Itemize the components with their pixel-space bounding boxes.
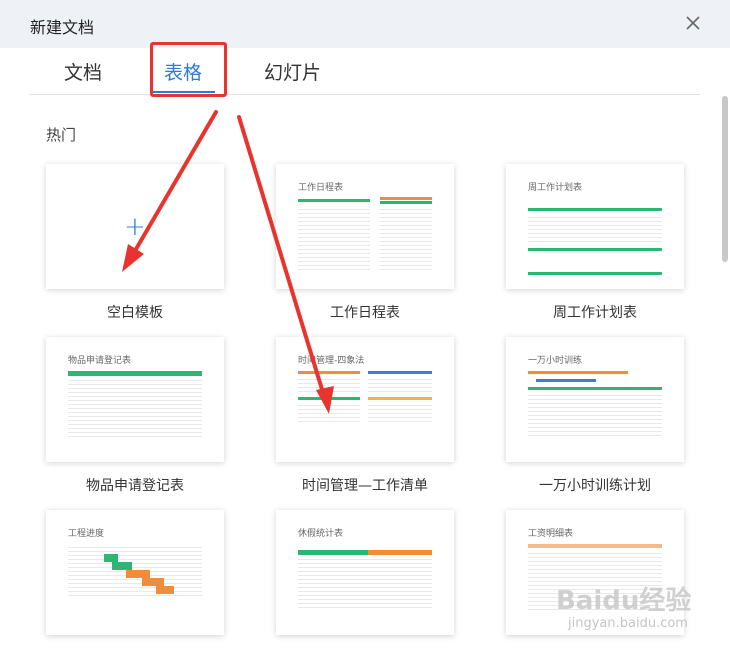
thumb-header-bar bbox=[68, 371, 202, 376]
template-label[interactable]: 物品申请登记表 bbox=[35, 475, 235, 495]
thumb-bar bbox=[528, 272, 662, 275]
thumb-bar bbox=[536, 379, 596, 382]
thumb-header-bar bbox=[298, 550, 368, 555]
thumb-grid bbox=[298, 556, 432, 610]
scrollbar-thumb[interactable] bbox=[722, 96, 728, 262]
thumb-grid bbox=[68, 377, 202, 437]
thumb-bar bbox=[298, 397, 360, 400]
thumb-gantt-bar bbox=[104, 554, 118, 562]
thumb-gantt-bar bbox=[126, 570, 150, 578]
template-card-time-management[interactable]: 时间管理-四象法 bbox=[276, 337, 454, 462]
thumb-bar bbox=[368, 397, 432, 400]
thumb-header-bar bbox=[298, 199, 370, 202]
thumb-header-bar bbox=[368, 550, 432, 555]
thumb-header-bar bbox=[528, 387, 662, 390]
thumb-title: 工程进度 bbox=[68, 529, 105, 539]
thumb-gantt-bar bbox=[112, 562, 132, 570]
thumb-grid bbox=[298, 206, 370, 270]
section-hot-label: 热门 bbox=[46, 126, 77, 144]
thumb-title: 周工作计划表 bbox=[528, 183, 583, 193]
thumb-gantt-bar bbox=[156, 586, 174, 594]
thumb-title: 时间管理-四象法 bbox=[298, 356, 365, 366]
thumb-grid bbox=[368, 402, 432, 422]
thumb-bar bbox=[528, 371, 628, 374]
watermark-logo: Baidu经验 bbox=[556, 586, 692, 616]
template-label[interactable]: 周工作计划表 bbox=[495, 302, 695, 322]
template-card-leave-stats[interactable]: 休假统计表 bbox=[276, 510, 454, 635]
template-card-10000-hours[interactable]: 一万小时训练 bbox=[506, 337, 684, 462]
thumb-grid bbox=[528, 392, 662, 438]
dialog-title: 新建文档 bbox=[30, 18, 95, 37]
thumb-header-bar bbox=[528, 208, 662, 211]
thumb-title: 物品申请登记表 bbox=[68, 356, 132, 366]
template-card-work-schedule[interactable]: 工作日程表 bbox=[276, 164, 454, 289]
tab-spreadsheet[interactable]: 表格 bbox=[164, 58, 202, 85]
template-card-project-progress[interactable]: 工程进度 bbox=[46, 510, 224, 635]
active-tab-indicator bbox=[151, 91, 215, 93]
watermark-url: jingyan.baidu.com bbox=[568, 616, 688, 631]
tab-slides[interactable]: 幻灯片 bbox=[264, 58, 321, 85]
thumb-title: 工作日程表 bbox=[298, 183, 344, 193]
thumb-title: 工资明细表 bbox=[528, 529, 574, 539]
template-label[interactable]: 一万小时训练计划 bbox=[495, 475, 695, 495]
thumb-grid bbox=[298, 376, 360, 392]
thumb-bar bbox=[368, 371, 432, 374]
plus-icon: + bbox=[124, 212, 146, 242]
template-label[interactable]: 空白模板 bbox=[35, 302, 235, 322]
close-icon[interactable] bbox=[682, 12, 704, 34]
thumb-header-bar bbox=[380, 197, 432, 200]
template-label[interactable]: 工作日程表 bbox=[265, 302, 465, 322]
thumb-grid bbox=[298, 402, 360, 422]
thumb-grid bbox=[528, 214, 662, 244]
thumb-header-bar bbox=[380, 201, 432, 204]
template-card-blank[interactable]: + bbox=[46, 164, 224, 289]
thumb-bar bbox=[528, 248, 662, 251]
tab-bar: 文档 表格 幻灯片 bbox=[30, 48, 700, 95]
thumb-header-bar bbox=[528, 544, 662, 548]
template-card-item-request[interactable]: 物品申请登记表 bbox=[46, 337, 224, 462]
thumb-bar bbox=[298, 371, 360, 374]
thumb-gantt-bar bbox=[142, 578, 164, 586]
thumb-grid bbox=[368, 376, 432, 392]
thumb-title: 休假统计表 bbox=[298, 529, 344, 539]
thumb-grid bbox=[380, 206, 432, 270]
template-label[interactable]: 时间管理—工作清单 bbox=[265, 475, 465, 495]
tab-document[interactable]: 文档 bbox=[64, 58, 102, 85]
dialog-titlebar: 新建文档 bbox=[0, 0, 730, 48]
thumb-title: 一万小时训练 bbox=[528, 356, 583, 366]
template-card-weekly-plan[interactable]: 周工作计划表 bbox=[506, 164, 684, 289]
